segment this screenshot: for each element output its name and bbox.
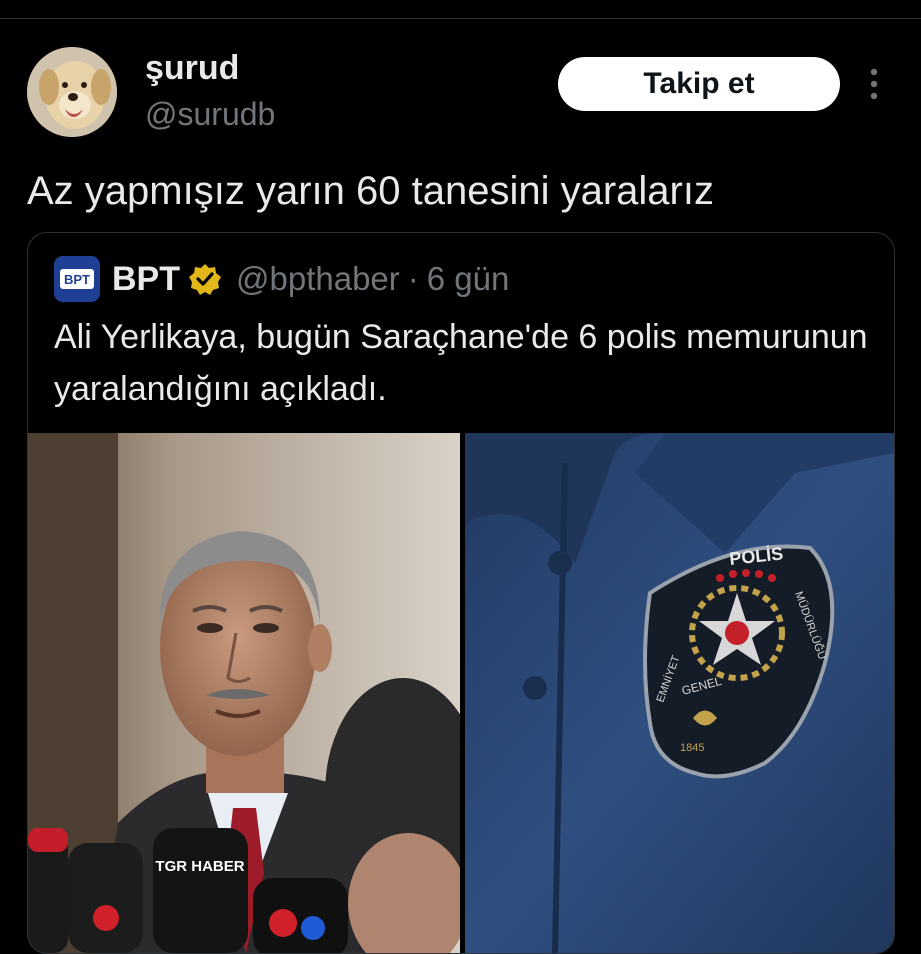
tweet-text: Az yapmışız yarın 60 tanesini yaralarız: [27, 169, 714, 213]
dog-avatar-image: [27, 47, 117, 137]
author-avatar[interactable]: [27, 47, 117, 137]
more-vertical-icon[interactable]: [862, 64, 886, 104]
quoted-tweet-text: Ali Yerlikaya, bugün Saraçhane'de 6 poli…: [54, 318, 868, 408]
photo-official-speaking[interactable]: TGR HABER: [28, 433, 460, 953]
photo-police-uniform-patch[interactable]: POLİS EMNİYET MÜDÜRLÜĞÜ GENEL 1845: [465, 433, 894, 953]
quoted-handle[interactable]: @bpthaber: [236, 260, 400, 298]
quoted-display-name[interactable]: BPT: [112, 260, 180, 299]
quoted-tweet-card[interactable]: BPT BPT @bpthaber · 6 gün Ali Yerlikaya,…: [27, 232, 895, 954]
microphone-label: TGR HABER: [155, 858, 244, 875]
follow-button[interactable]: Takip et: [558, 57, 840, 111]
author-display-name[interactable]: şurud: [145, 48, 239, 88]
author-handle[interactable]: @surudb: [145, 94, 275, 134]
patch-year-text: 1845: [680, 742, 704, 754]
top-divider: [0, 18, 921, 19]
verified-gold-badge-icon: [188, 262, 222, 296]
quoted-author-avatar[interactable]: BPT: [54, 256, 100, 302]
separator-dot: ·: [407, 260, 419, 297]
quoted-avatar-text: BPT: [64, 272, 90, 287]
quoted-tweet-header: BPT BPT @bpthaber · 6 gün: [54, 256, 510, 302]
quoted-timestamp[interactable]: 6 gün: [427, 260, 510, 298]
